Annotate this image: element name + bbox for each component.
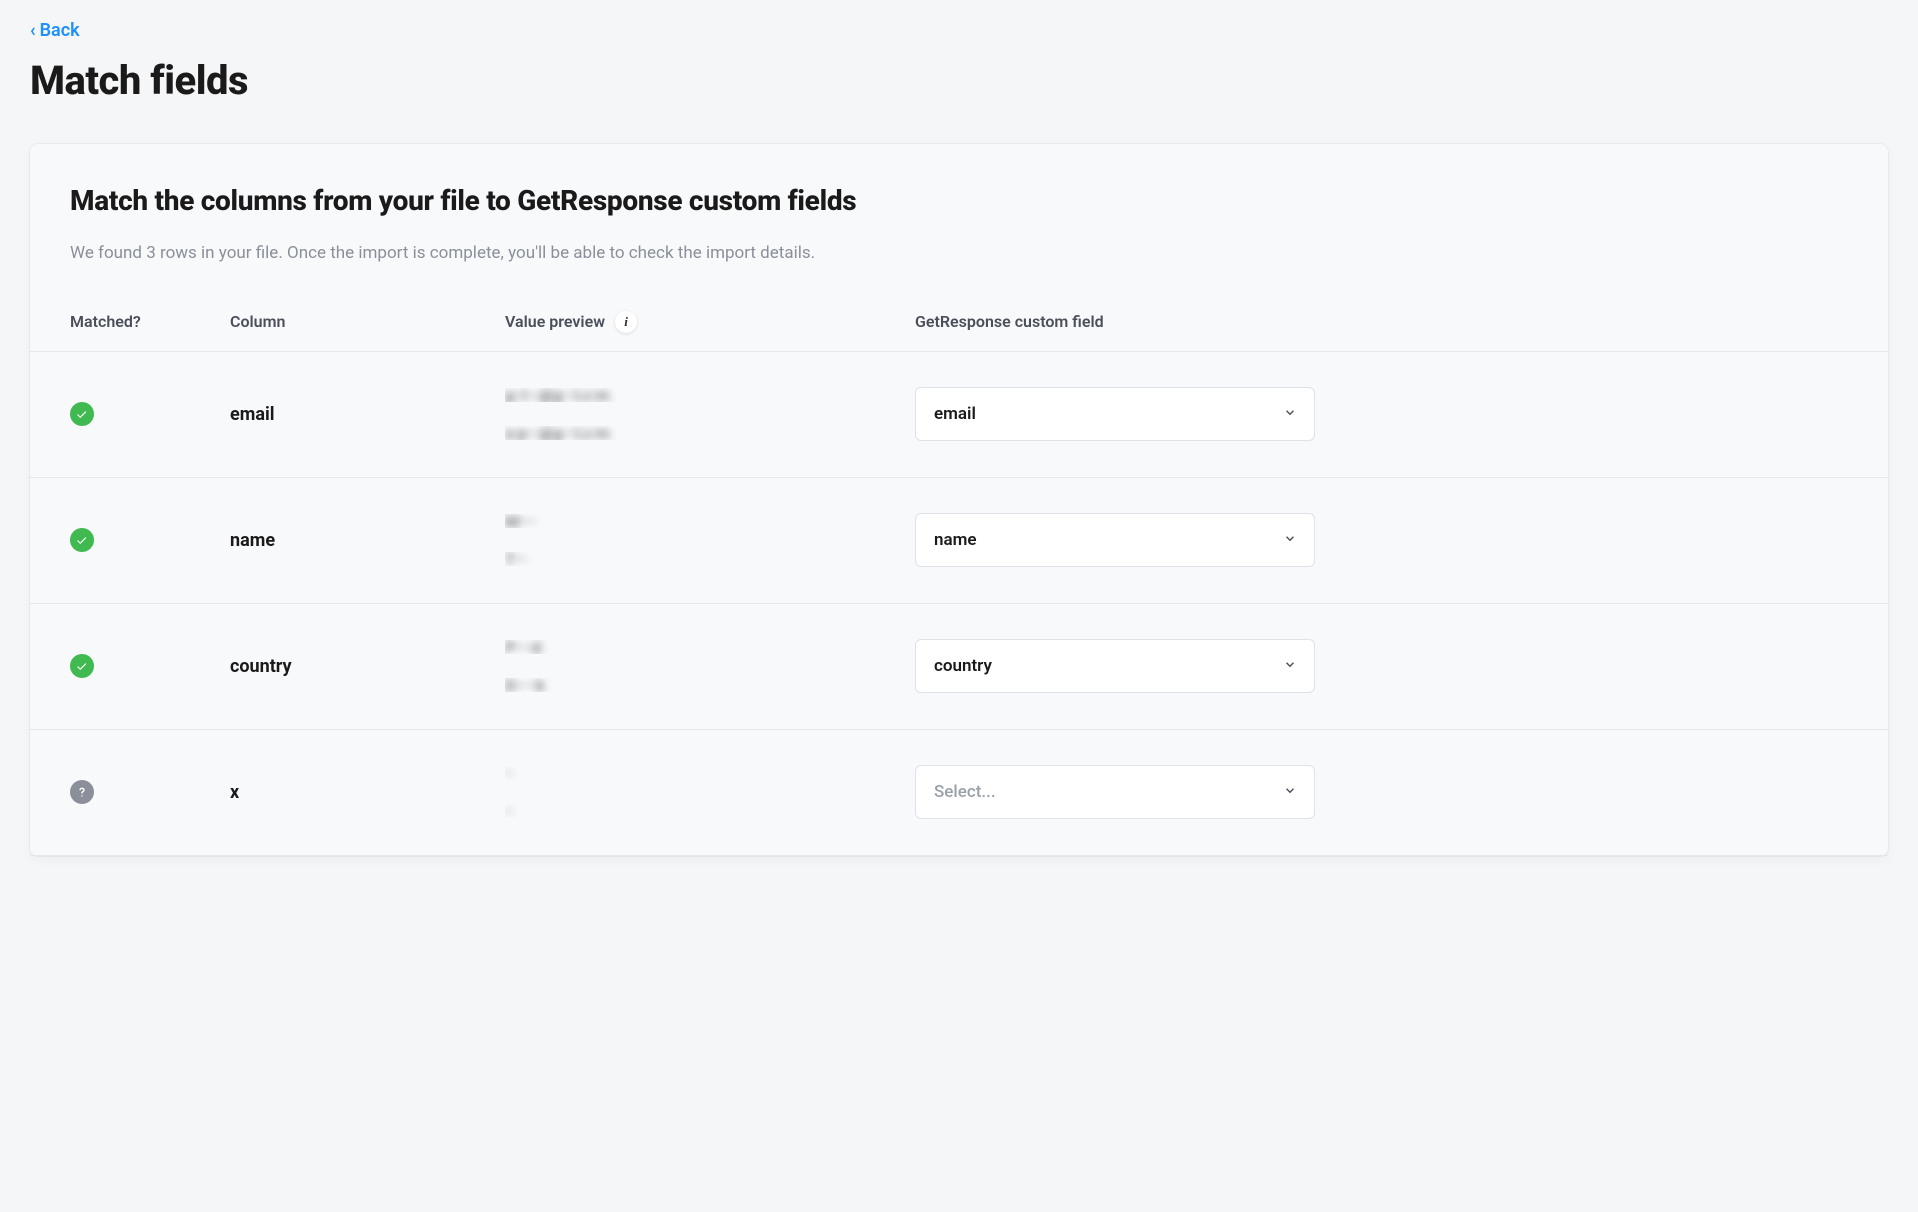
preview-value: s·p···@g···l.c·m: [505, 426, 915, 440]
check-circle-icon: [70, 402, 94, 426]
status-cell: [70, 402, 230, 426]
value-preview-cell: g··l···@g···l.c·m s·p···@g···l.c·m: [505, 388, 915, 440]
custom-field-cell: country: [915, 639, 1848, 693]
page-title: Match fields: [30, 57, 1888, 104]
table-row: emailg··l···@g···l.c·m s·p···@g···l.c·mem…: [30, 352, 1888, 478]
match-table: Matched? Column Value preview i GetRespo…: [30, 291, 1888, 856]
custom-field-select[interactable]: country: [915, 639, 1315, 693]
card-title: Match the columns from your file to GetR…: [70, 184, 1848, 217]
value-preview-cell: ·· ··: [505, 766, 915, 818]
table-row: countryP····d D·····kcountry: [30, 604, 1888, 730]
question-circle-icon: [70, 780, 94, 804]
custom-field-cell: Select...: [915, 765, 1848, 819]
column-name: email: [230, 404, 505, 425]
status-cell: [70, 528, 230, 552]
column-name: x: [230, 782, 505, 803]
value-preview-cell: P····d D·····k: [505, 640, 915, 692]
custom-field-cell: name: [915, 513, 1848, 567]
custom-field-select[interactable]: email: [915, 387, 1315, 441]
preview-value: g··l···@g···l.c·m: [505, 388, 915, 402]
column-name: name: [230, 530, 505, 551]
status-cell: [70, 654, 230, 678]
value-preview-cell: M···· T···: [505, 514, 915, 566]
card-header: Match the columns from your file to GetR…: [30, 144, 1888, 291]
preview-value: M····: [505, 514, 915, 528]
chevron-left-icon: ‹: [30, 20, 36, 41]
info-icon[interactable]: i: [615, 311, 637, 333]
custom-field-cell: email: [915, 387, 1848, 441]
custom-field-select[interactable]: Select...: [915, 765, 1315, 819]
header-custom-field: GetResponse custom field: [915, 312, 1848, 331]
preview-value: D·····k: [505, 678, 915, 692]
preview-value: T···: [505, 552, 915, 566]
preview-value: P····d: [505, 640, 915, 654]
table-row: x·· ··Select...: [30, 730, 1888, 856]
header-value-preview: Value preview i: [505, 311, 915, 333]
back-link[interactable]: ‹ Back: [30, 20, 80, 41]
back-label: Back: [40, 20, 80, 41]
header-value-preview-label: Value preview: [505, 312, 605, 331]
table-row: nameM···· T···name: [30, 478, 1888, 604]
check-circle-icon: [70, 654, 94, 678]
status-cell: [70, 780, 230, 804]
header-matched: Matched?: [70, 312, 230, 331]
card-subtitle: We found 3 rows in your file. Once the i…: [70, 241, 1848, 267]
header-column: Column: [230, 312, 505, 331]
custom-field-select[interactable]: name: [915, 513, 1315, 567]
match-fields-card: Match the columns from your file to GetR…: [30, 144, 1888, 856]
check-circle-icon: [70, 528, 94, 552]
table-header-row: Matched? Column Value preview i GetRespo…: [30, 291, 1888, 352]
preview-value: ··: [505, 804, 915, 818]
column-name: country: [230, 656, 505, 677]
preview-value: ··: [505, 766, 915, 780]
